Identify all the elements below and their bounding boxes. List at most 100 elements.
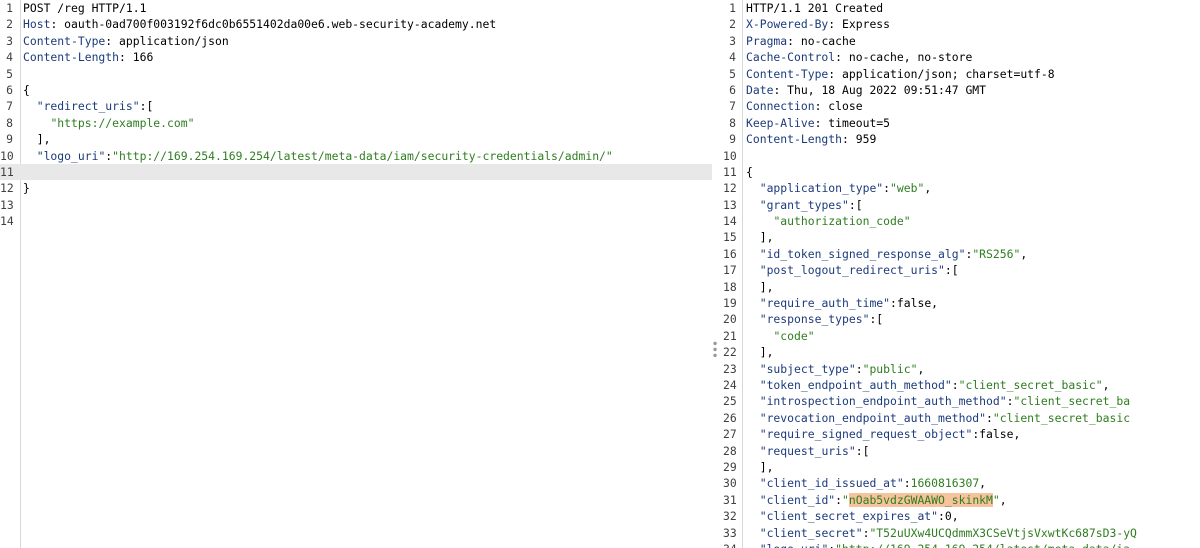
response-line-text: Cache-Control: no-cache, no-store xyxy=(746,49,972,65)
response-line[interactable]: 12 "application_type":"web", xyxy=(723,180,1200,196)
response-line[interactable]: 18 ], xyxy=(723,279,1200,295)
request-line-text: "redirect_uris":[ xyxy=(23,98,154,114)
line-number: 1 xyxy=(6,1,13,15)
code-token: : xyxy=(835,492,843,507)
response-line[interactable]: 3 Pragma: no-cache xyxy=(723,33,1200,49)
code-token: "client_id_issued_at" xyxy=(759,476,904,491)
line-number: 22 xyxy=(723,345,737,360)
pane-splitter[interactable] xyxy=(712,0,723,548)
response-line[interactable]: 26 "revocation_endpoint_auth_method":"cl… xyxy=(723,410,1200,426)
response-line[interactable]: 24 "token_endpoint_auth_method":"client_… xyxy=(723,377,1200,393)
code-token: : no-cache xyxy=(787,33,856,48)
response-line[interactable]: 7 Connection: close xyxy=(723,98,1200,114)
response-viewer[interactable]: 1 HTTP/1.1 201 Created 2 X-Powered-By: Expr… xyxy=(723,0,1200,548)
request-line[interactable]: 12} xyxy=(0,180,712,196)
request-line[interactable]: 7 "redirect_uris":[ xyxy=(0,98,712,114)
line-number: 12 xyxy=(723,181,737,196)
response-line[interactable]: 27 "require_signed_request_object":false… xyxy=(723,426,1200,442)
code-token: :false, xyxy=(972,427,1021,442)
response-line[interactable]: 25 "introspection_endpoint_auth_method":… xyxy=(723,393,1200,409)
request-line[interactable]: 8 "https://example.com" xyxy=(0,115,712,131)
response-line-text: ], xyxy=(746,344,774,360)
request-line[interactable]: 1 POST /reg HTTP/1.1 xyxy=(0,0,712,16)
response-line[interactable]: 16 "id_token_signed_response_alg":"RS256… xyxy=(723,246,1200,262)
response-line[interactable]: 17 "post_logout_redirect_uris":[ xyxy=(723,262,1200,278)
line-number: 1 xyxy=(729,1,736,15)
request-line[interactable]: 3 Content-Type: application/json xyxy=(0,33,712,49)
response-line[interactable]: 10 xyxy=(723,148,1200,164)
response-line[interactable]: 30 "client_id_issued_at":1660816307, xyxy=(723,475,1200,491)
code-token: ], xyxy=(746,230,774,245)
response-line[interactable]: 34 "logo_uri":"http://169.254.169.254/la… xyxy=(723,541,1200,548)
code-token: : xyxy=(855,361,863,376)
response-line[interactable]: 2 X-Powered-By: Express xyxy=(723,16,1200,32)
response-line[interactable]: 15 ], xyxy=(723,229,1200,245)
code-token: "request_uris" xyxy=(759,443,856,458)
response-line[interactable]: 31 "client_id":"nOab5vdzGWAAWO_skinkM", xyxy=(723,492,1200,508)
response-line[interactable]: 6 Date: Thu, 18 Aug 2022 09:51:47 GMT xyxy=(723,82,1200,98)
code-token: ], xyxy=(23,132,51,147)
response-line[interactable]: 9 Content-Length: 959 xyxy=(723,131,1200,147)
code-token: , xyxy=(1102,377,1110,392)
response-line[interactable]: 14 "authorization_code" xyxy=(723,213,1200,229)
response-line[interactable]: 1 HTTP/1.1 201 Created xyxy=(723,0,1200,16)
response-line-text: "introspection_endpoint_auth_method":"cl… xyxy=(746,393,1130,409)
response-line[interactable]: 32 "client_secret_expires_at":0, xyxy=(723,508,1200,524)
request-line[interactable]: 14 xyxy=(0,213,712,229)
code-token: "require_signed_request_object" xyxy=(759,427,973,442)
code-token: "token_endpoint_auth_method" xyxy=(759,377,952,392)
code-token: Content-Type xyxy=(746,66,829,81)
response-line[interactable]: 28 "request_uris":[ xyxy=(723,443,1200,459)
response-line[interactable]: 21 "code" xyxy=(723,328,1200,344)
code-token: "revocation_endpoint_auth_method" xyxy=(759,410,987,425)
request-line[interactable]: 2 Host: oauth-0ad700f003192f6dc0b6551402d… xyxy=(0,16,712,32)
line-number: 5 xyxy=(729,66,736,81)
response-line[interactable]: 4 Cache-Control: no-cache, no-store xyxy=(723,49,1200,65)
response-line-text: "request_uris":[ xyxy=(746,443,870,459)
request-line[interactable]: 5 xyxy=(0,66,712,82)
code-token: , xyxy=(1020,246,1028,261)
response-line[interactable]: 33 "client_secret":"T52uUXw4UCQdmmX3CSeV… xyxy=(723,525,1200,541)
response-line-text: "post_logout_redirect_uris":[ xyxy=(746,262,959,278)
response-line[interactable]: 22 ], xyxy=(723,344,1200,360)
request-line-text: Host: oauth-0ad700f003192f6dc0b6551402da… xyxy=(23,16,496,32)
response-line[interactable]: 8 Keep-Alive: timeout=5 xyxy=(723,115,1200,131)
response-line[interactable]: 13 "grant_types":[ xyxy=(723,197,1200,213)
code-token: : xyxy=(951,377,959,392)
response-line[interactable]: 11 { xyxy=(723,164,1200,180)
response-lines: 1 HTTP/1.1 201 Created 2 X-Powered-By: Expr… xyxy=(723,0,1200,548)
code-token: :[ xyxy=(869,312,884,327)
code-token: "client_secret" xyxy=(759,525,863,540)
line-number: 9 xyxy=(729,132,736,147)
line-number: 29 xyxy=(723,459,737,474)
response-line[interactable]: 29 ], xyxy=(723,459,1200,475)
code-token: : xyxy=(986,410,993,425)
response-line-text: HTTP/1.1 201 Created xyxy=(746,0,883,16)
line-number: 12 xyxy=(0,181,14,196)
request-line[interactable]: 9 ], xyxy=(0,131,712,147)
request-line[interactable]: 4 Content-Length: 166 xyxy=(0,49,712,65)
code-token: , xyxy=(924,181,932,196)
response-line[interactable]: 19 "require_auth_time":false, xyxy=(723,295,1200,311)
request-line-text: ], xyxy=(23,131,51,147)
request-line[interactable]: 13 xyxy=(0,197,712,213)
code-token: "logo_uri" xyxy=(36,148,106,163)
code-token: "http://169.254.169.254/latest/meta-data… xyxy=(835,542,1130,548)
request-line[interactable]: 10 "logo_uri":"http://169.254.169.254/la… xyxy=(0,148,712,164)
response-line[interactable]: 20 "response_types":[ xyxy=(723,311,1200,327)
vertical-dots-icon[interactable]: ● ● ● xyxy=(713,341,717,359)
request-editor[interactable]: 1 POST /reg HTTP/1.1 2 Host: oauth-0ad700f0… xyxy=(0,0,712,548)
request-line[interactable]: 11 xyxy=(0,163,712,181)
code-token: :0, xyxy=(938,509,959,524)
code-token: "web" xyxy=(890,181,925,196)
response-line[interactable]: 23 "subject_type":"public", xyxy=(723,361,1200,377)
request-line[interactable]: 6{ xyxy=(0,82,712,98)
code-token: "logo_uri" xyxy=(760,542,829,548)
response-line[interactable]: 5 Content-Type: application/json; charset… xyxy=(723,66,1200,82)
code-token: ], xyxy=(746,459,774,474)
